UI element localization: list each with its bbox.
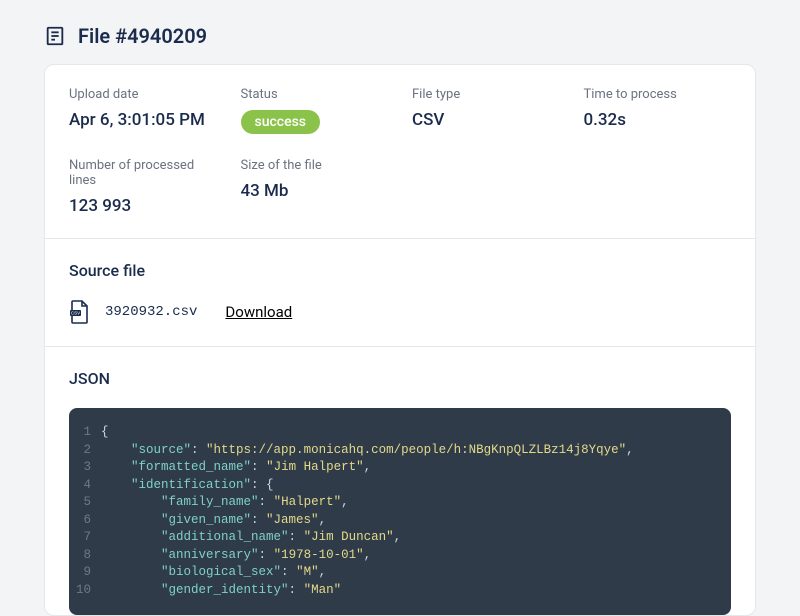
code-content: "given_name": "James", <box>101 512 326 530</box>
code-line: 10 "gender_identity": "Man" <box>69 582 715 600</box>
stat-value: 123 993 <box>69 196 217 216</box>
stat-upload-date: Upload date Apr 6, 3:01:05 PM <box>69 87 217 134</box>
json-heading: JSON <box>69 369 731 388</box>
code-line: 8 "anniversary": "1978-10-01", <box>69 547 715 565</box>
source-file-section: Source file CSV 3920932.csv Download <box>45 239 755 347</box>
code-content: "family_name": "Halpert", <box>101 494 349 512</box>
stat-value: 0.32s <box>584 110 732 130</box>
code-line: 1{ <box>69 424 715 442</box>
code-content: "formatted_name": "Jim Halpert", <box>101 459 371 477</box>
stats-section: Upload date Apr 6, 3:01:05 PM Status suc… <box>45 65 755 239</box>
stat-label: File type <box>412 87 560 102</box>
csv-file-icon: CSV <box>69 300 89 324</box>
line-number: 5 <box>69 494 101 512</box>
stat-time-to-process: Time to process 0.32s <box>584 87 732 134</box>
stat-label: Status <box>241 87 389 102</box>
code-content: "biological_sex": "M", <box>101 564 326 582</box>
svg-text:CSV: CSV <box>71 311 80 316</box>
stat-file-type: File type CSV <box>412 87 560 134</box>
page-title: File #4940209 <box>78 24 207 48</box>
stat-label: Time to process <box>584 87 732 102</box>
stat-label: Upload date <box>69 87 217 102</box>
code-content: { <box>101 424 109 442</box>
stat-processed-lines: Number of processed lines 123 993 <box>69 158 217 216</box>
line-number: 6 <box>69 512 101 530</box>
line-number: 8 <box>69 547 101 565</box>
line-number: 10 <box>69 582 101 600</box>
file-card: Upload date Apr 6, 3:01:05 PM Status suc… <box>44 64 756 616</box>
stat-value: Apr 6, 3:01:05 PM <box>69 110 217 130</box>
line-number: 9 <box>69 564 101 582</box>
source-file-heading: Source file <box>69 261 731 280</box>
page-title-row: File #4940209 <box>44 24 756 48</box>
line-number: 2 <box>69 442 101 460</box>
code-content: "identification": { <box>101 477 274 495</box>
line-number: 7 <box>69 529 101 547</box>
status-badge: success <box>241 110 321 134</box>
json-code-block: 1{2 "source": "https://app.monicahq.com/… <box>69 408 731 615</box>
line-number: 3 <box>69 459 101 477</box>
source-filename: 3920932.csv <box>105 304 197 320</box>
stat-status: Status success <box>241 87 389 134</box>
code-line: 6 "given_name": "James", <box>69 512 715 530</box>
code-content: "gender_identity": "Man" <box>101 582 341 600</box>
stat-label: Size of the file <box>241 158 389 173</box>
line-number: 1 <box>69 424 101 442</box>
code-line: 5 "family_name": "Halpert", <box>69 494 715 512</box>
code-content: "source": "https://app.monicahq.com/peop… <box>101 442 634 460</box>
code-line: 4 "identification": { <box>69 477 715 495</box>
code-content: "anniversary": "1978-10-01", <box>101 547 371 565</box>
code-line: 9 "biological_sex": "M", <box>69 564 715 582</box>
code-content: "additional_name": "Jim Duncan", <box>101 529 401 547</box>
code-line: 7 "additional_name": "Jim Duncan", <box>69 529 715 547</box>
stat-value: CSV <box>412 110 560 130</box>
stat-label: Number of processed lines <box>69 158 217 188</box>
file-detail-icon <box>44 25 66 47</box>
line-number: 4 <box>69 477 101 495</box>
code-line: 2 "source": "https://app.monicahq.com/pe… <box>69 442 715 460</box>
code-line: 3 "formatted_name": "Jim Halpert", <box>69 459 715 477</box>
stat-value: 43 Mb <box>241 181 389 201</box>
download-link[interactable]: Download <box>225 303 292 321</box>
json-section: JSON 1{2 "source": "https://app.monicahq… <box>45 347 755 615</box>
stat-file-size: Size of the file 43 Mb <box>241 158 389 216</box>
